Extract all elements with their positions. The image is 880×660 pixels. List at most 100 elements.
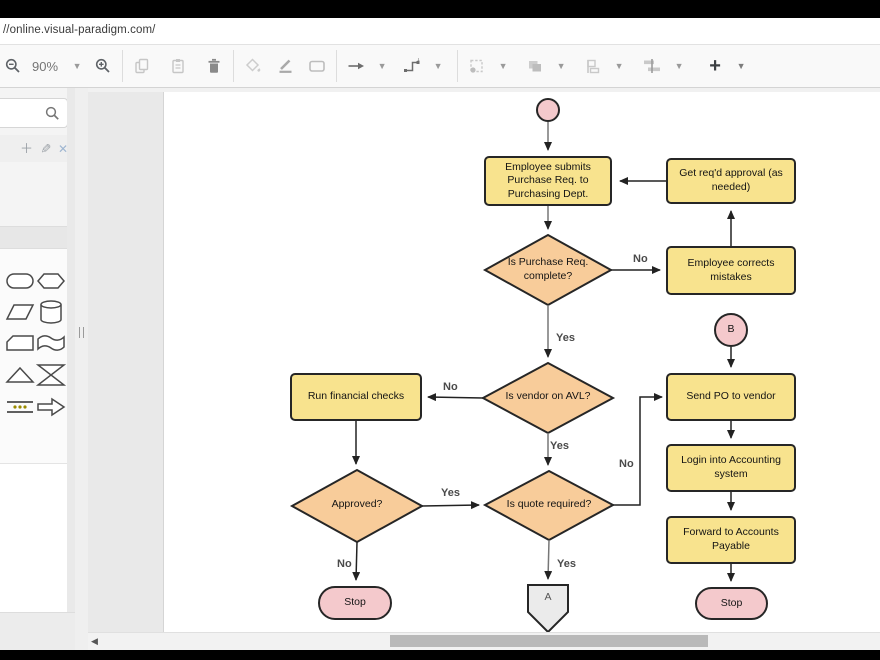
shape-palette	[0, 249, 75, 463]
connector-style-button[interactable]: 1	[399, 51, 425, 81]
zoom-level-value: 90%	[26, 59, 64, 74]
plus-icon: +	[709, 56, 721, 76]
palette-shape-data[interactable]	[5, 301, 35, 323]
selection-dropdown[interactable]: ▼	[490, 51, 516, 81]
edge-label-no[interactable]: No	[633, 253, 648, 265]
sidebar-scrollbar[interactable]	[67, 88, 75, 612]
group-dropdown[interactable]: ▼	[548, 51, 574, 81]
insert-button[interactable]: +	[702, 51, 728, 81]
flow-node-stop-right[interactable]: Stop	[695, 587, 768, 620]
sidebar-empty-area	[0, 463, 75, 612]
palette-shape-annotation[interactable]	[5, 396, 35, 418]
palette-shape-paper-tape[interactable]	[36, 332, 66, 354]
zoom-out-icon	[5, 58, 21, 74]
edge-label-yes[interactable]: Yes	[550, 440, 569, 452]
align-icon	[585, 58, 602, 75]
panel-resize-handle[interactable]	[79, 327, 84, 338]
edge-label-no[interactable]: No	[337, 558, 352, 570]
sidebar-footer-area	[0, 612, 75, 650]
elbow-connector-icon: 1	[403, 58, 421, 74]
distribute-button[interactable]	[638, 51, 666, 81]
edge-label-no[interactable]: No	[619, 458, 634, 470]
selection-icon	[468, 58, 486, 75]
search-icon	[45, 106, 60, 121]
palette-shape-preparation[interactable]	[36, 270, 66, 292]
url-text: //online.visual-paradigm.com/	[3, 24, 155, 36]
toolbar-separator	[233, 50, 234, 82]
connector-style-dropdown[interactable]: ▼	[425, 51, 451, 81]
palette-shape-database[interactable]	[36, 299, 66, 325]
insert-dropdown[interactable]: ▼	[728, 51, 754, 81]
sidebar-actions-row: ＋ ✎ ✕	[0, 135, 75, 162]
palette-shape-card[interactable]	[5, 332, 35, 354]
toolbar-separator	[457, 50, 458, 82]
delete-button[interactable]	[201, 51, 227, 81]
flow-node-run-financial-checks[interactable]: Run financial checks	[290, 373, 422, 421]
arrow-style-dropdown[interactable]: ▼	[369, 51, 395, 81]
flow-node-login-accounting[interactable]: Login into Accounting system	[666, 444, 796, 492]
shape-style-button[interactable]	[304, 51, 330, 81]
chevron-down-icon: ▼	[376, 61, 389, 71]
search-input[interactable]	[0, 98, 68, 128]
flow-node-stop-left[interactable]: Stop	[318, 586, 392, 620]
zoom-dropdown[interactable]: ▼	[64, 51, 90, 81]
flow-node-get-approval[interactable]: Get req'd approval (as needed)	[666, 158, 796, 204]
palette-shape-collate[interactable]	[36, 362, 66, 388]
palette-shape-terminator[interactable]	[5, 270, 35, 292]
distribute-dropdown[interactable]: ▼	[666, 51, 692, 81]
flow-node-start[interactable]	[536, 98, 560, 122]
arrow-right-icon	[347, 58, 365, 74]
zoom-in-button[interactable]	[90, 51, 116, 81]
palette-shape-extract[interactable]	[5, 364, 35, 386]
copy-icon	[134, 58, 150, 74]
palette-shape-arrow-right[interactable]	[36, 396, 66, 418]
visual-paradigm-online-editor: //online.visual-paradigm.com/ 90% ▼	[0, 0, 880, 660]
paste-button[interactable]	[165, 51, 191, 81]
horizontal-scrollbar-thumb[interactable]	[390, 635, 708, 647]
chevron-down-icon: ▼	[673, 61, 686, 71]
flow-node-correct-mistakes[interactable]: Employee corrects mistakes	[666, 246, 796, 295]
toolbar-separator	[122, 50, 123, 82]
sidebar-section-divider	[0, 226, 75, 249]
paint-bucket-icon	[245, 58, 262, 74]
paste-icon	[170, 58, 186, 74]
selection-button[interactable]	[464, 51, 490, 81]
canvas-margin	[88, 92, 164, 632]
flow-node-forward-accounts[interactable]: Forward to Accounts Payable	[666, 516, 796, 564]
edge-label-yes[interactable]: Yes	[441, 487, 460, 499]
arrow-style-button[interactable]	[343, 51, 369, 81]
align-dropdown[interactable]: ▼	[606, 51, 632, 81]
scroll-left-arrow-icon[interactable]: ◀	[91, 636, 98, 647]
edge-label-no[interactable]: No	[443, 381, 458, 393]
group-button[interactable]	[522, 51, 548, 81]
line-style-button[interactable]	[272, 51, 298, 81]
flow-node-connector-b[interactable]: B	[714, 313, 748, 347]
pen-icon	[277, 58, 294, 74]
fill-color-button[interactable]	[240, 51, 266, 81]
chevron-down-icon: ▼	[613, 61, 626, 71]
sidebar-dropzone-section: here	[0, 162, 75, 226]
toolbar-separator	[336, 50, 337, 82]
flow-node-submit-req[interactable]: Employee submits Purchase Req. to Purcha…	[484, 156, 612, 206]
chevron-down-icon: ▼	[497, 61, 510, 71]
svg-text:1: 1	[417, 58, 420, 63]
top-black-bar	[0, 0, 880, 18]
align-button[interactable]	[580, 51, 606, 81]
distribute-icon	[642, 58, 662, 74]
flow-node-send-po[interactable]: Send PO to vendor	[666, 373, 796, 421]
browser-url-bar[interactable]: //online.visual-paradigm.com/	[0, 18, 880, 45]
editor-toolbar: 90% ▼ ▼ 1 ▼	[0, 45, 880, 88]
trash-icon	[206, 58, 222, 74]
copy-button[interactable]	[129, 51, 155, 81]
zoom-out-button[interactable]	[0, 51, 26, 81]
chevron-down-icon: ▼	[432, 61, 445, 71]
group-layers-icon	[526, 58, 544, 74]
edit-pencil-icon[interactable]: ✎	[39, 143, 52, 154]
chevron-down-icon: ▼	[735, 61, 748, 71]
edge-label-yes[interactable]: Yes	[556, 332, 575, 344]
zoom-in-icon	[95, 58, 111, 74]
edge-label-yes[interactable]: Yes	[557, 558, 576, 570]
rounded-rect-icon	[308, 58, 326, 74]
add-icon[interactable]: ＋	[20, 142, 33, 155]
chevron-down-icon: ▼	[71, 61, 84, 71]
